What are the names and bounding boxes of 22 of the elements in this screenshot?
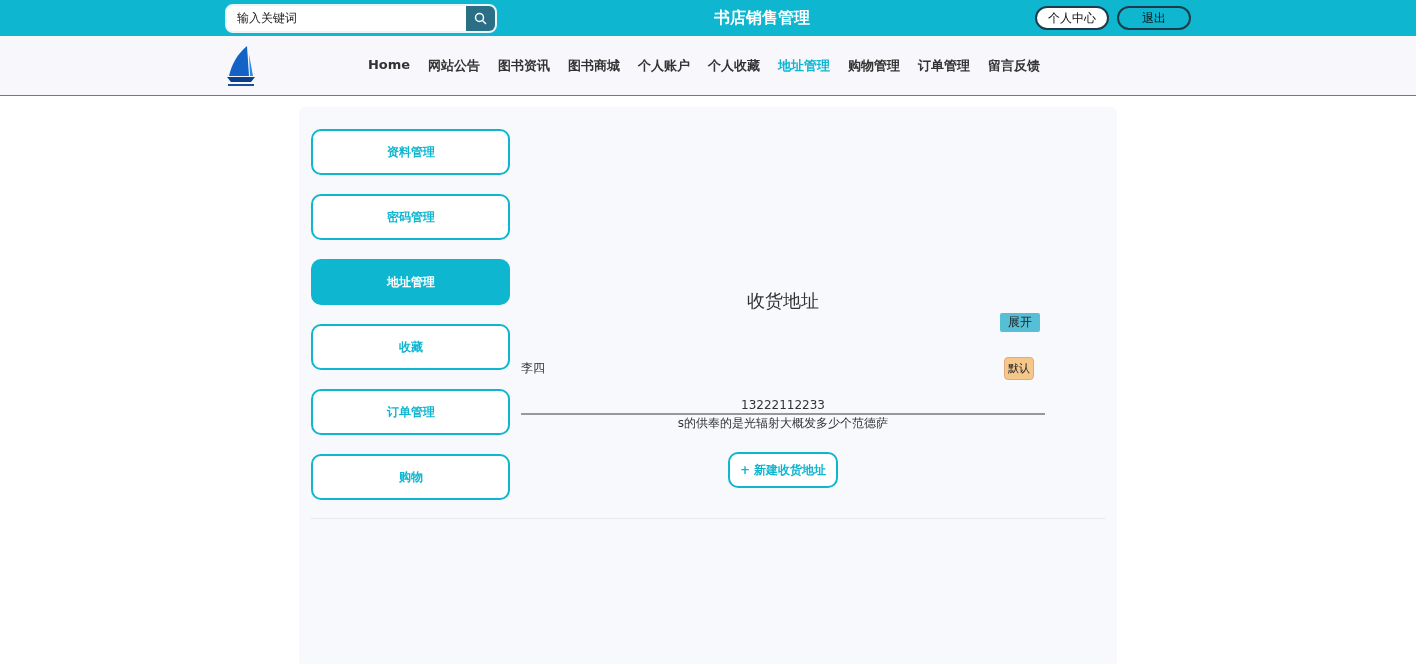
sailboat-logo-icon — [225, 43, 257, 88]
site-title: 书店销售管理 — [713, 7, 811, 29]
default-badge: 默认 — [1004, 357, 1034, 380]
address-text: s的供奉的是光辐射大概发多少个范德萨 — [676, 415, 890, 432]
phone-number: 13222112233 — [521, 398, 1045, 415]
search-button[interactable] — [466, 5, 495, 31]
search-icon — [474, 11, 487, 25]
nav-link[interactable]: 个人收藏 — [699, 56, 770, 75]
expand-button[interactable]: 展开 — [1000, 313, 1040, 332]
nav-link[interactable]: Home — [358, 56, 420, 75]
nav-link[interactable]: 图书资讯 — [489, 56, 560, 75]
nav-link[interactable]: 留言反馈 — [979, 56, 1050, 75]
recipient-name: 李四 — [521, 360, 545, 377]
section-title: 收货地址 — [746, 289, 820, 313]
nav-link[interactable]: 网站公告 — [419, 56, 490, 75]
logout-button[interactable]: 退出 — [1117, 6, 1191, 30]
profile-button[interactable]: 个人中心 — [1035, 6, 1109, 30]
search-bar[interactable]: 输入关键词 — [225, 3, 497, 33]
nav-link[interactable]: 图书商城 — [559, 56, 630, 75]
nav-link[interactable]: 个人账户 — [629, 56, 700, 75]
nav-link[interactable]: 购物管理 — [839, 56, 910, 75]
nav-link[interactable]: 订单管理 — [909, 56, 980, 75]
